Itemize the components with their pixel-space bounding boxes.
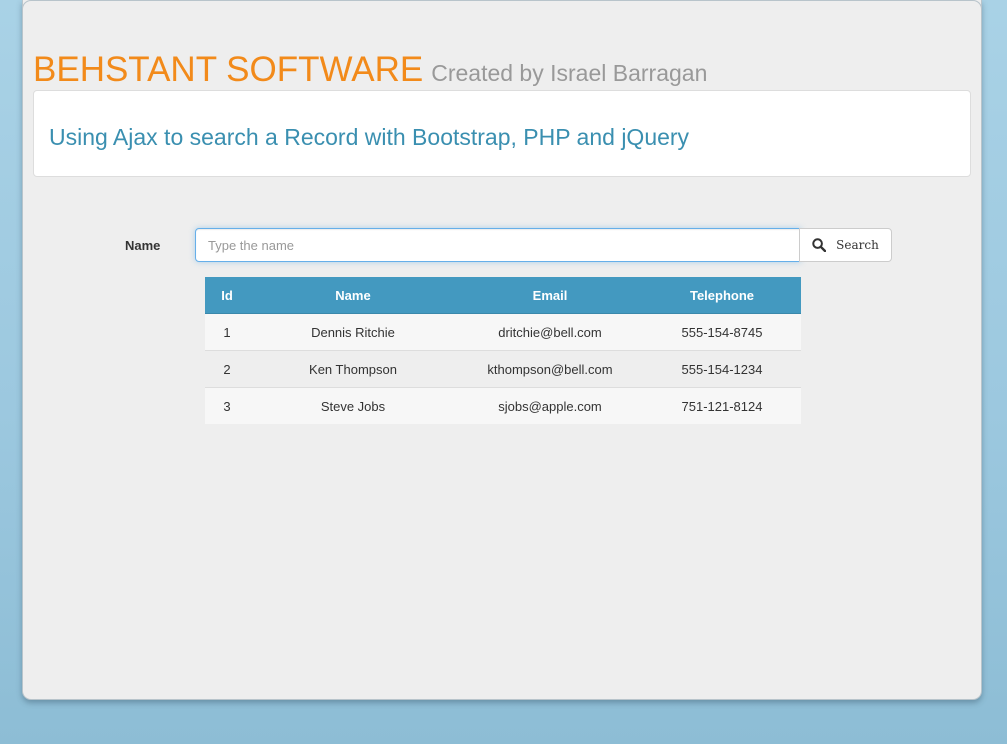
cell-email: dritchie@bell.com <box>457 313 643 351</box>
brand-title: BEHSTANT SOFTWARE <box>33 50 424 89</box>
search-icon <box>812 238 827 252</box>
table-header-row: Id Name Email Telephone <box>205 277 801 314</box>
cell-telephone: 751-121-8124 <box>643 387 801 424</box>
cell-telephone: 555-154-8745 <box>643 313 801 351</box>
cell-id: 1 <box>205 313 249 351</box>
cell-id: 2 <box>205 350 249 388</box>
page-container: BEHSTANT SOFTWARE Created by Israel Barra… <box>22 0 982 700</box>
name-search-input[interactable] <box>195 228 801 262</box>
search-button-label: Search <box>836 238 879 252</box>
table-row: 3 Steve Jobs sjobs@apple.com 751-121-812… <box>205 387 801 424</box>
table-row: 1 Dennis Ritchie dritchie@bell.com 555-1… <box>205 313 801 351</box>
column-header-telephone: Telephone <box>643 277 801 314</box>
results-table: Id Name Email Telephone 1 Dennis Ritchie… <box>205 277 801 424</box>
table-row: 2 Ken Thompson kthompson@bell.com 555-15… <box>205 350 801 388</box>
cell-id: 3 <box>205 387 249 424</box>
column-header-id: Id <box>205 277 249 314</box>
title-panel: Using Ajax to search a Record with Boots… <box>33 90 971 177</box>
cell-email: sjobs@apple.com <box>457 387 643 424</box>
column-header-email: Email <box>457 277 643 314</box>
cell-name: Steve Jobs <box>249 387 457 424</box>
cell-name: Ken Thompson <box>249 350 457 388</box>
column-header-name: Name <box>249 277 457 314</box>
panel-title: Using Ajax to search a Record with Boots… <box>49 124 690 150</box>
search-button[interactable]: Search <box>799 228 892 262</box>
brand-tagline: Created by Israel Barragan <box>431 60 708 86</box>
cell-name: Dennis Ritchie <box>249 313 457 351</box>
cell-email: kthompson@bell.com <box>457 350 643 388</box>
results-table-wrapper: Id Name Email Telephone 1 Dennis Ritchie… <box>205 277 801 424</box>
name-label: Name <box>125 238 161 253</box>
page-header: BEHSTANT SOFTWARE Created by Israel Barra… <box>33 50 707 90</box>
cell-telephone: 555-154-1234 <box>643 350 801 388</box>
